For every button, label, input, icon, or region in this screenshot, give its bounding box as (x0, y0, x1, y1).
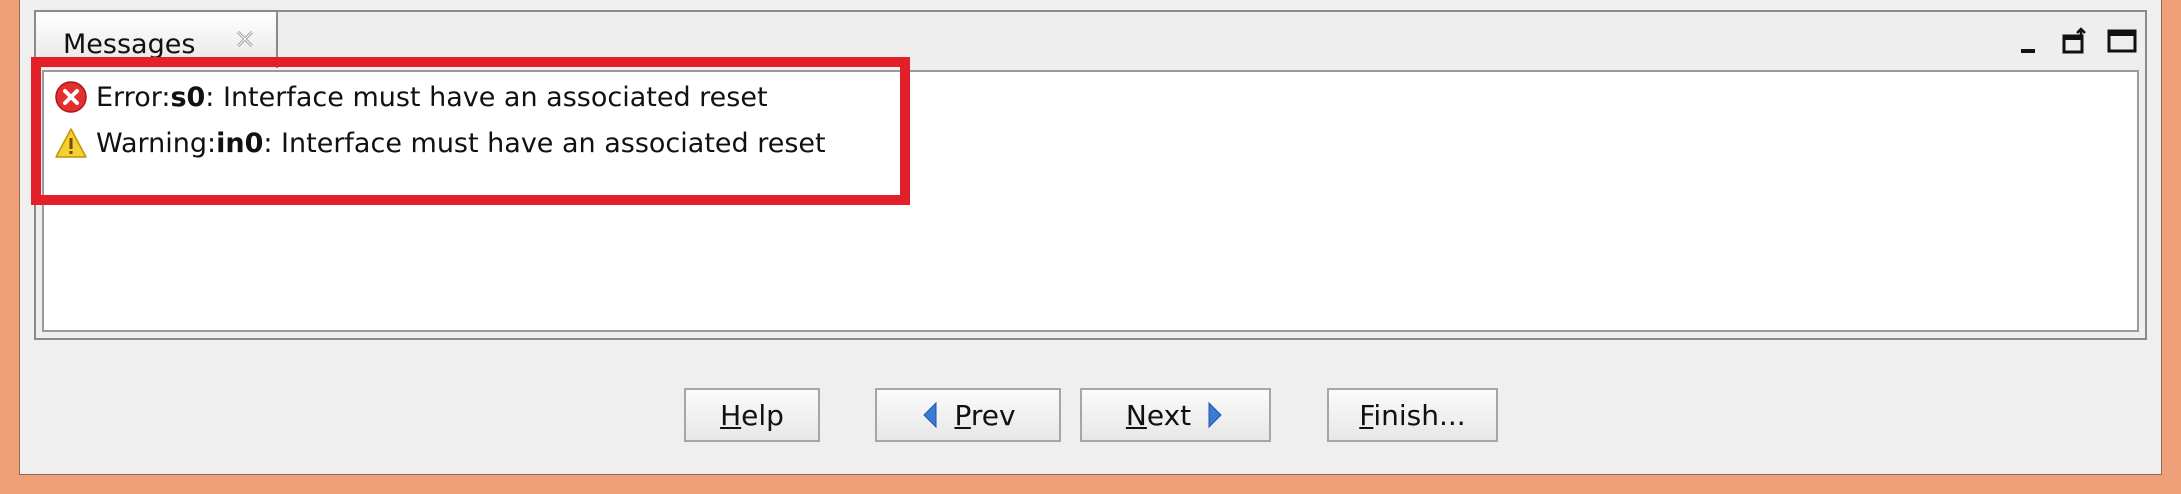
view-controls (2015, 26, 2137, 56)
message-row-warning[interactable]: Warning: in0 : Interface must have an as… (54, 124, 826, 162)
arrow-right-icon (1205, 400, 1225, 430)
message-prefix: Warning: (96, 127, 217, 159)
messages-list: Error: s0 : Interface must have an assoc… (42, 70, 2139, 332)
close-icon[interactable] (232, 26, 258, 52)
arrow-left-icon (920, 400, 940, 430)
message-text: : Interface must have an associated rese… (263, 127, 826, 159)
minimize-icon[interactable] (2015, 26, 2045, 56)
messages-view: Messages Error: s0: Interface must have… (34, 10, 2147, 340)
tab-messages-label: Messages (63, 29, 196, 60)
messages-view-header: Messages (36, 12, 2145, 68)
finish-button[interactable]: Finish... (1327, 388, 1498, 442)
detach-icon[interactable] (2061, 26, 2091, 56)
message-row-error[interactable]: Error: s0 : Interface must have an assoc… (54, 78, 768, 116)
help-button-label: Help (720, 398, 784, 432)
prev-button-label: Prev (954, 398, 1016, 432)
next-button-label: Next (1125, 398, 1192, 432)
window-frame: Messages Error: s0: Interface must have… (0, 0, 2181, 494)
warning-icon (54, 126, 88, 160)
error-icon (54, 80, 88, 114)
tab-messages[interactable]: Messages (36, 12, 278, 68)
next-button[interactable]: Next (1080, 388, 1271, 442)
wizard-page: Messages Error: s0: Interface must have… (19, 0, 2162, 475)
message-prefix: Error: (96, 81, 171, 113)
maximize-icon[interactable] (2107, 26, 2137, 56)
finish-button-label: Finish... (1359, 398, 1466, 432)
message-subject: s0 (170, 81, 206, 113)
prev-button[interactable]: Prev (875, 388, 1061, 442)
help-button[interactable]: Help (684, 388, 820, 442)
message-text: : Interface must have an associated rese… (205, 81, 768, 113)
message-subject: in0 (216, 127, 264, 159)
